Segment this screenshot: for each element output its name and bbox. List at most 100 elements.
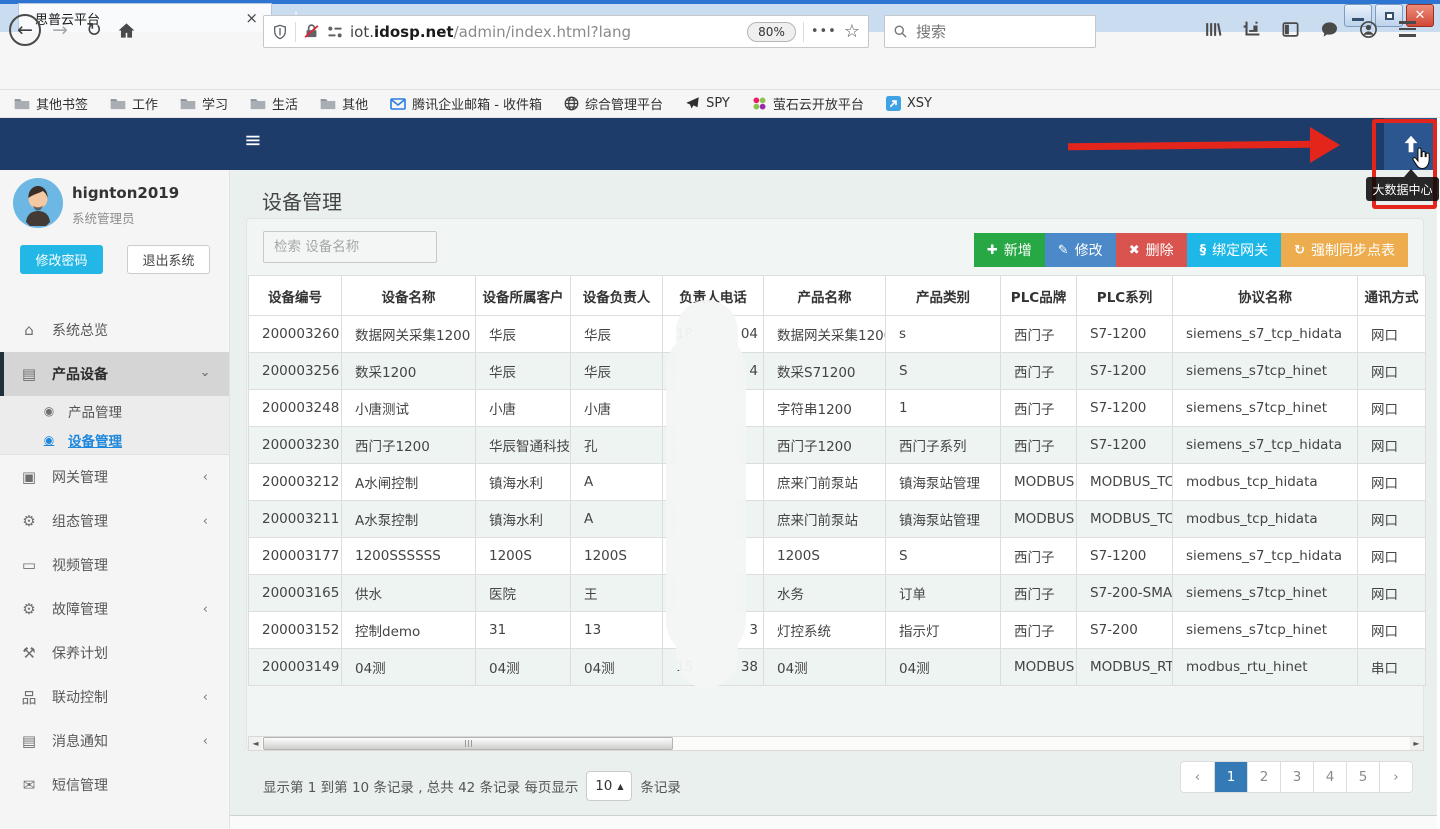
column-header[interactable]: 产品名称 <box>764 276 886 316</box>
column-header[interactable]: 设备负责人 <box>571 276 663 316</box>
page-4[interactable]: 4 <box>1313 762 1346 792</box>
bookmark-item[interactable]: 工作 <box>110 94 158 113</box>
device-search-input[interactable] <box>263 231 437 263</box>
sidebar-item-故障管理[interactable]: ⚙故障管理‹ <box>0 587 230 631</box>
sidebar-item-短信管理[interactable]: ✉短信管理 <box>0 763 230 807</box>
table-row[interactable]: 200003152控制demo3113153灯控系统指示灯西门子S7-200si… <box>249 612 1426 649</box>
zoom-level-badge[interactable]: 80% <box>747 22 796 42</box>
bookmark-item[interactable]: 其他书签 <box>14 94 88 113</box>
table-row[interactable]: 200003260数据网关采集1200华辰华辰1804数据网关采集1200s西门… <box>249 316 1426 353</box>
divider <box>803 22 804 42</box>
table-row[interactable]: 200003230西门子1200华辰智通科技孔15西门子1200西门子系列西门子… <box>249 427 1426 464</box>
sidebar-item-系统总览[interactable]: ⌂系统总览 <box>0 308 230 352</box>
scrollbar-thumb[interactable] <box>263 737 673 750</box>
sidebar-item-组态管理[interactable]: ⚙组态管理‹ <box>0 499 230 543</box>
column-header[interactable]: 协议名称 <box>1173 276 1358 316</box>
page-1[interactable]: 1 <box>1214 762 1247 792</box>
insecure-lock-icon[interactable] <box>303 23 320 40</box>
sidebar-item-label: 消息通知 <box>52 731 108 751</box>
phone-fragment-right: 04 <box>741 326 758 342</box>
column-header[interactable]: 设备名称 <box>342 276 476 316</box>
cell: 网口 <box>1358 316 1426 353</box>
scrollbar-track[interactable] <box>262 737 1410 750</box>
account-button[interactable] <box>1353 14 1383 44</box>
scroll-right-icon[interactable]: ► <box>1410 737 1423 750</box>
permissions-icon[interactable] <box>327 25 343 39</box>
tab-close-icon[interactable]: × <box>242 9 261 27</box>
table-row[interactable]: 200003212A水闸控制镇海水利A13庶来门前泵站镇海泵站管理MODBUSM… <box>249 464 1426 501</box>
change-password-button[interactable]: 修改密码 <box>20 245 103 274</box>
page-prev[interactable]: ‹ <box>1181 762 1214 792</box>
bookmark-item[interactable]: 学习 <box>180 94 228 113</box>
bookmark-item[interactable]: 其他 <box>320 94 368 113</box>
messages-button[interactable] <box>1314 14 1344 44</box>
column-header[interactable]: 设备编号 <box>249 276 342 316</box>
bookmark-item[interactable]: 生活 <box>250 94 298 113</box>
forward-button[interactable]: → <box>44 14 76 46</box>
sidebar-item-label: 联动控制 <box>52 687 108 707</box>
page-actions-icon[interactable]: ••• <box>811 24 837 39</box>
page-5[interactable]: 5 <box>1346 762 1379 792</box>
column-header[interactable]: 设备所属客户 <box>476 276 571 316</box>
summary-before: 显示第 1 到第 10 条记录 , 总共 42 条记录 每页显示 <box>263 776 578 796</box>
search-input[interactable] <box>916 23 1066 41</box>
bookmark-item[interactable]: 腾讯企业邮箱 - 收件箱 <box>390 94 542 113</box>
sidebar-item-产品设备[interactable]: ▤产品设备‹ <box>0 352 230 396</box>
sidebar-item-保养计划[interactable]: ⚒保养计划 <box>0 631 230 675</box>
bookmark-item[interactable]: XSY <box>886 96 932 111</box>
sidebar-item-网关管理[interactable]: ▣网关管理‹ <box>0 455 230 499</box>
logout-button[interactable]: 退出系统 <box>127 245 210 274</box>
column-header[interactable]: PLC系列 <box>1077 276 1173 316</box>
page-2[interactable]: 2 <box>1247 762 1280 792</box>
shield-icon[interactable] <box>272 24 288 40</box>
bookmark-item[interactable]: 综合管理平台 <box>564 94 663 113</box>
table-row[interactable]: 200003165供水医院王18水务订单西门子S7-200-SMARTsieme… <box>249 575 1426 612</box>
sidebar-item-消息通知[interactable]: ▤消息通知‹ <box>0 719 230 763</box>
home-button[interactable] <box>110 14 142 46</box>
sidebar-subitem-设备管理[interactable]: ◉设备管理 <box>0 425 230 454</box>
screenshot-button[interactable] <box>1236 14 1266 44</box>
column-header[interactable]: 产品类别 <box>886 276 1001 316</box>
url-bar[interactable]: iot.idosp.net/admin/index.html?lang 80% … <box>263 15 869 48</box>
column-header[interactable]: PLC品牌 <box>1001 276 1077 316</box>
column-header[interactable]: 通讯方式 <box>1358 276 1426 316</box>
url-text[interactable]: iot.idosp.net/admin/index.html?lang <box>350 23 740 41</box>
table-row[interactable]: 2000031771200SSSSSS1200S1200S151200SS西门子… <box>249 538 1426 575</box>
scroll-left-icon[interactable]: ◄ <box>249 737 262 750</box>
cell: 西门子系列 <box>886 427 1001 464</box>
sidebars-button[interactable] <box>1275 14 1305 44</box>
bookmark-star-icon[interactable]: ☆ <box>844 21 860 42</box>
sidebar-item-label: 视频管理 <box>52 555 108 575</box>
bookmark-item[interactable]: 萤石云开放平台 <box>752 94 864 113</box>
toolbar-button-强制同步点表[interactable]: ↻强制同步点表 <box>1281 233 1408 267</box>
reload-button[interactable]: ↻ <box>78 14 110 46</box>
cell: 字符串1200 <box>764 390 886 427</box>
cell: 200003211 <box>249 501 342 538</box>
sidebar-toggle-icon[interactable]: ≡ <box>244 128 262 152</box>
toolbar-button-绑定网关[interactable]: §绑定网关 <box>1187 233 1282 267</box>
toolbar-button-删除[interactable]: ✖删除 <box>1116 233 1187 267</box>
menu-button[interactable] <box>1392 14 1422 44</box>
table-row[interactable]: 200003248小唐测试小唐小唐13字符串12001西门子S7-1200sie… <box>249 390 1426 427</box>
page-next[interactable]: › <box>1379 762 1412 792</box>
home-icon <box>117 21 136 40</box>
bookmark-item[interactable]: SPY <box>685 96 730 111</box>
horizontal-scrollbar[interactable]: ◄ ► <box>248 736 1424 751</box>
sidebar-item-联动控制[interactable]: 品联动控制‹ <box>0 675 230 719</box>
cell: 200003212 <box>249 464 342 501</box>
cell: 西门子 <box>1001 575 1077 612</box>
back-button[interactable]: ← <box>9 14 41 46</box>
device-panel: ✚新增✎修改✖删除§绑定网关↻强制同步点表 设备编号设备名称设备所属客户设备负责… <box>246 218 1424 750</box>
sidebar-subitem-产品管理[interactable]: ◉产品管理 <box>0 396 230 425</box>
toolbar-button-修改[interactable]: ✎修改 <box>1045 233 1116 267</box>
library-button[interactable] <box>1197 14 1227 44</box>
sidebar-item-视频管理[interactable]: ▭视频管理 <box>0 543 230 587</box>
page-size-select[interactable]: 10 ▲ <box>586 771 632 801</box>
page-3[interactable]: 3 <box>1280 762 1313 792</box>
globe-icon <box>564 96 579 111</box>
table-row[interactable]: 200003211A水泵控制镇海水利A13庶来门前泵站镇海泵站管理MODBUSM… <box>249 501 1426 538</box>
table-row[interactable]: 20000314904测04测04测153804测04测MODBUSMODBUS… <box>249 649 1426 686</box>
table-row[interactable]: 200003256数采1200华辰华辰184数采S71200S西门子S7-120… <box>249 353 1426 390</box>
toolbar-button-新增[interactable]: ✚新增 <box>974 233 1045 267</box>
browser-search[interactable] <box>884 15 1096 48</box>
